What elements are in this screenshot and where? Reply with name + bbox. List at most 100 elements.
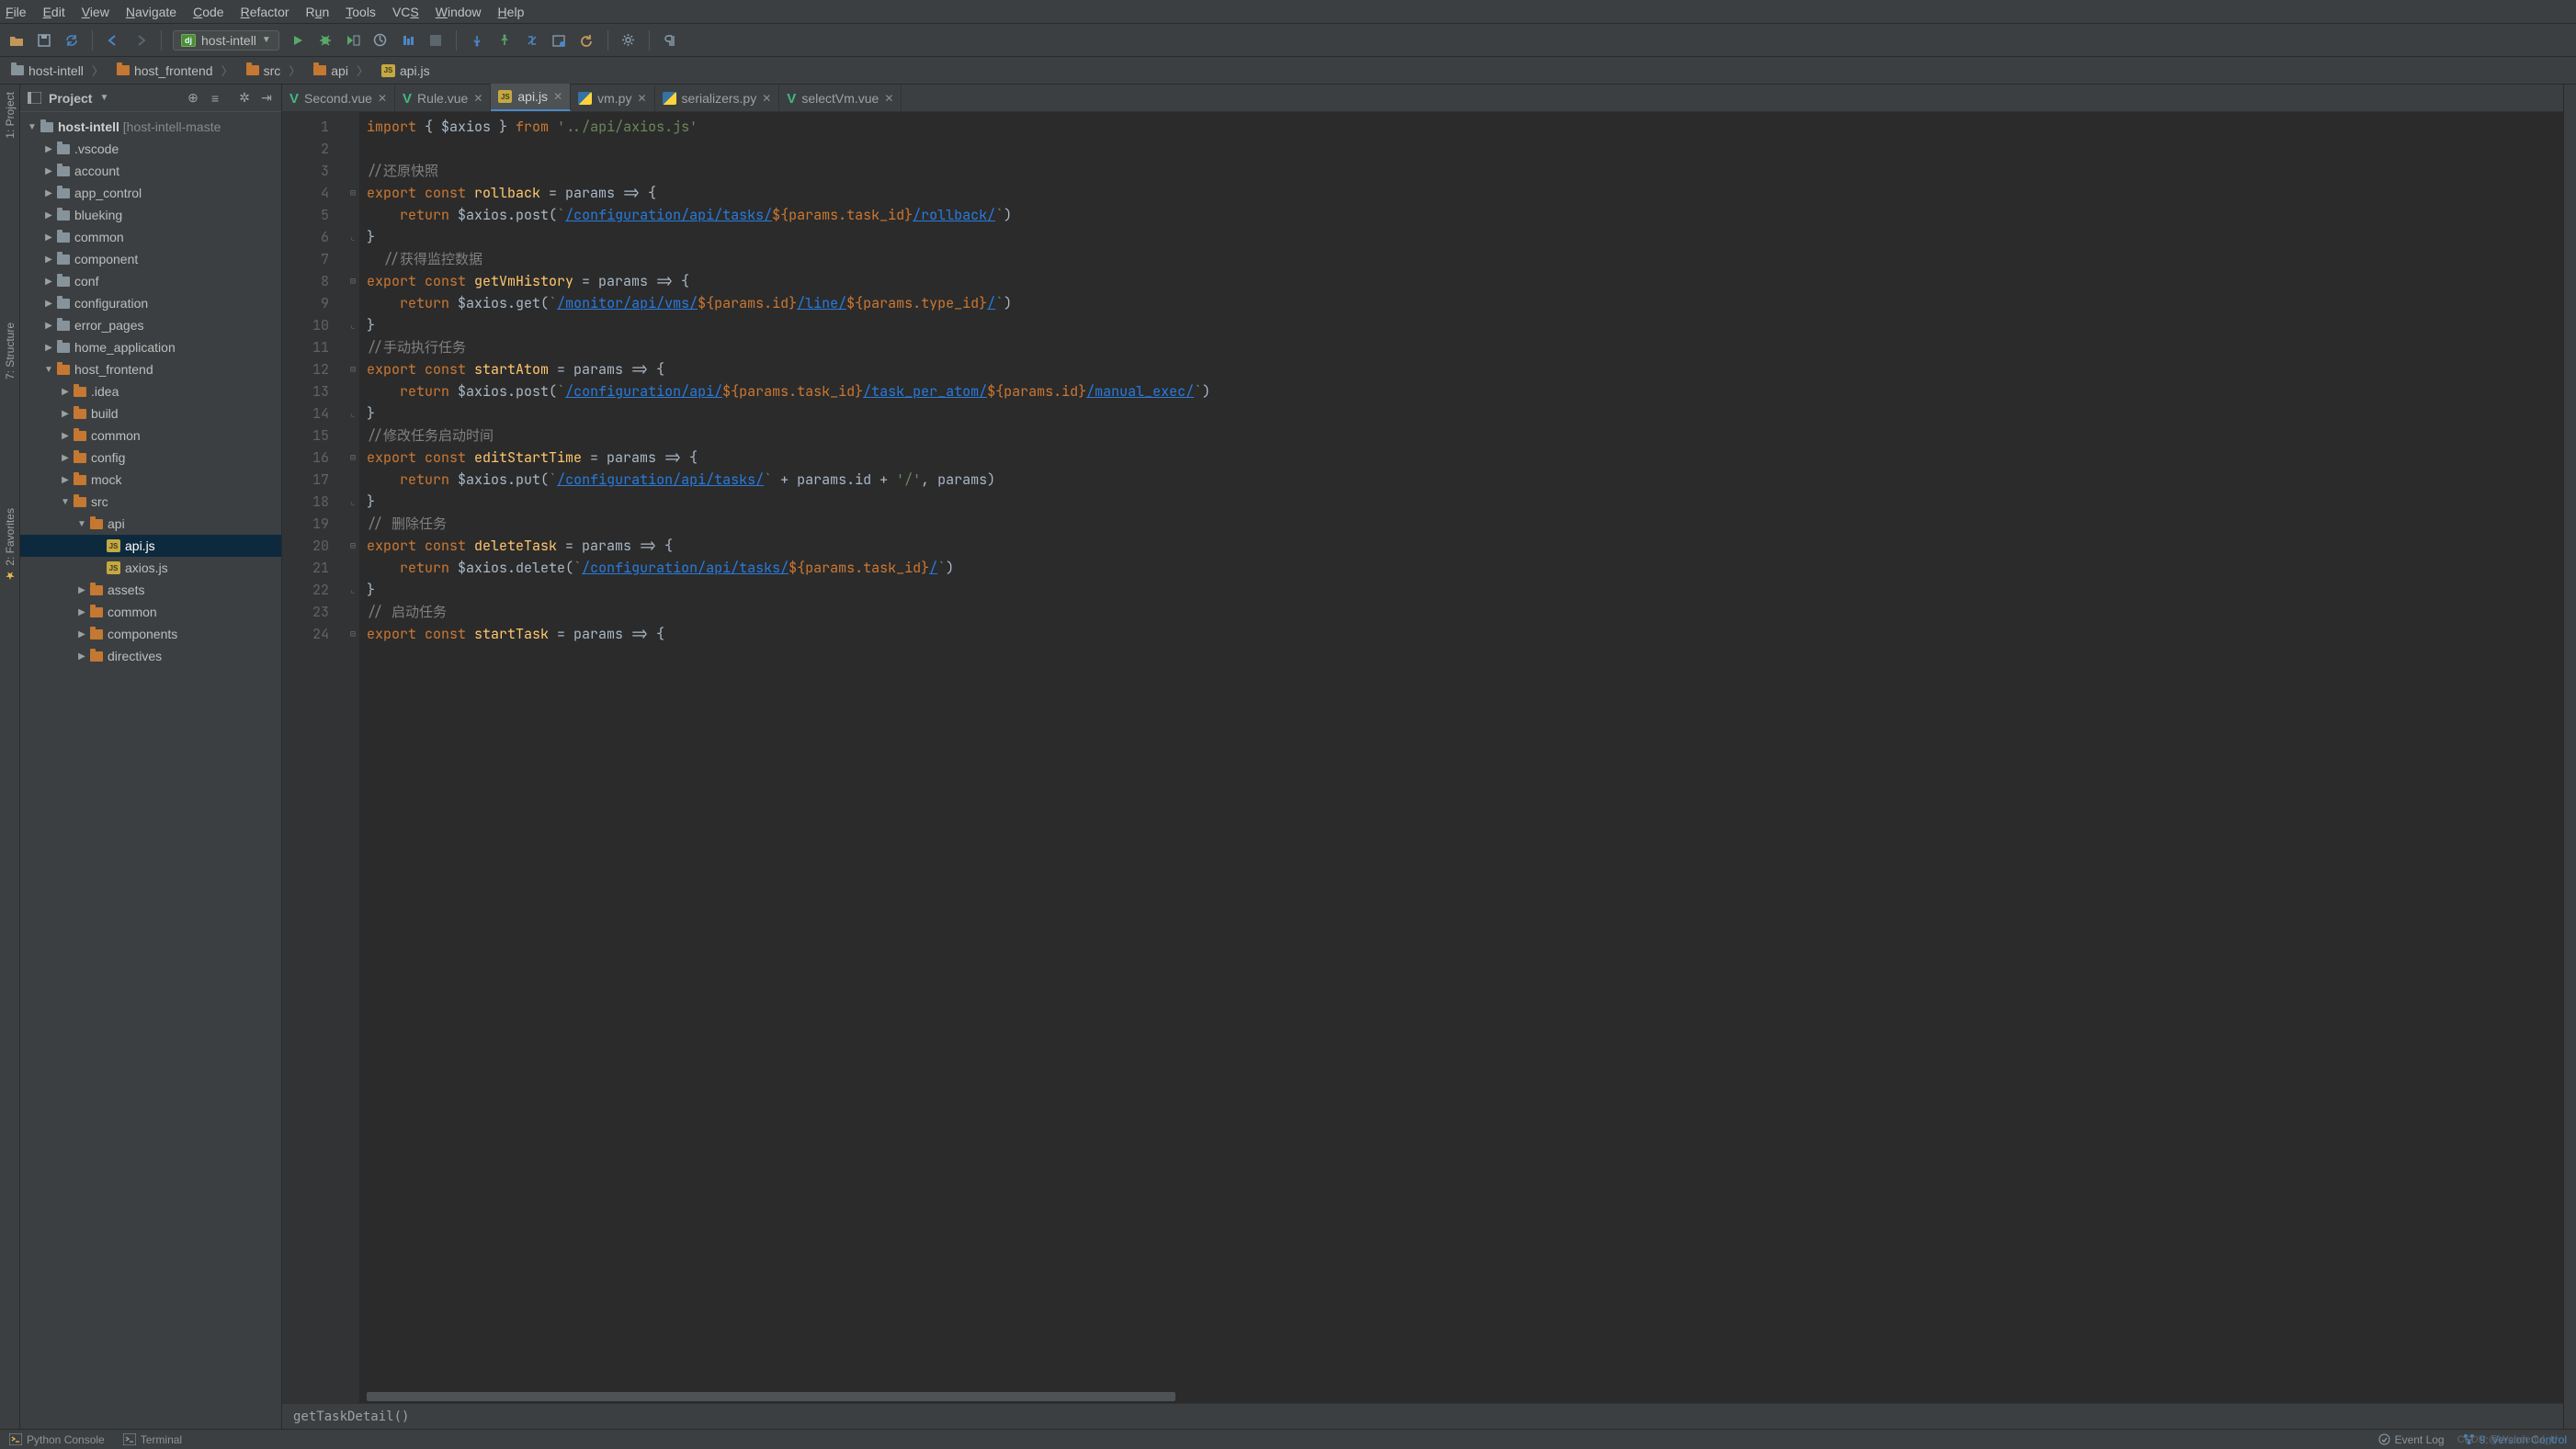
- paragraph-icon[interactable]: [661, 31, 679, 50]
- menu-tools[interactable]: Tools: [346, 5, 376, 19]
- run-coverage-icon[interactable]: [344, 31, 362, 50]
- close-icon[interactable]: ✕: [553, 90, 562, 103]
- python-console-tab[interactable]: Python Console: [9, 1433, 105, 1446]
- close-icon[interactable]: ✕: [637, 92, 646, 105]
- tree-item[interactable]: ▶build: [20, 402, 281, 425]
- sync-icon[interactable]: [62, 31, 81, 50]
- tree-item[interactable]: ▶assets: [20, 579, 281, 601]
- tree-item[interactable]: ▶config: [20, 447, 281, 469]
- tree-item[interactable]: ▶conf: [20, 270, 281, 292]
- menu-window[interactable]: Window: [436, 5, 482, 19]
- vcs-history-icon[interactable]: [550, 31, 569, 50]
- vcs-commit-icon[interactable]: [495, 31, 514, 50]
- left-tab-project[interactable]: 1: Project: [4, 92, 17, 139]
- menu-file[interactable]: File: [6, 5, 27, 19]
- expand-arrow-right-icon[interactable]: ▶: [59, 453, 72, 463]
- close-icon[interactable]: ✕: [473, 92, 482, 105]
- tree-item[interactable]: ▶directives: [20, 645, 281, 667]
- menu-vcs[interactable]: VCS: [392, 5, 419, 19]
- tree-item[interactable]: ▶component: [20, 248, 281, 270]
- menu-view[interactable]: View: [82, 5, 109, 19]
- tree-item[interactable]: ▶mock: [20, 469, 281, 491]
- menu-refactor[interactable]: Refactor: [241, 5, 289, 19]
- tree-item[interactable]: ▶blueking: [20, 204, 281, 226]
- stop-icon[interactable]: [426, 31, 445, 50]
- close-icon[interactable]: ✕: [762, 92, 771, 105]
- expand-arrow-right-icon[interactable]: ▶: [75, 651, 88, 662]
- fold-gutter[interactable]: ⊟⌞⊟⌞⊟⌞⊟⌞⊟⌞⊟: [346, 112, 359, 1403]
- expand-arrow-right-icon[interactable]: ▶: [42, 210, 55, 221]
- vcs-update-icon[interactable]: [468, 31, 486, 50]
- expand-arrow-right-icon[interactable]: ▶: [75, 629, 88, 640]
- expand-arrow-right-icon[interactable]: ▶: [75, 607, 88, 617]
- menu-edit[interactable]: Edit: [43, 5, 65, 19]
- menu-run[interactable]: Run: [306, 5, 330, 19]
- tree-item[interactable]: ▶error_pages: [20, 314, 281, 336]
- editor-breadcrumb[interactable]: getTaskDetail(): [282, 1403, 2563, 1429]
- tree-item[interactable]: ▶common: [20, 601, 281, 623]
- save-all-icon[interactable]: [35, 31, 53, 50]
- tree-item[interactable]: ▼api: [20, 513, 281, 535]
- tree-item[interactable]: ▼host_frontend: [20, 358, 281, 380]
- tree-item[interactable]: ▶common: [20, 425, 281, 447]
- tree-item[interactable]: ▶account: [20, 160, 281, 182]
- left-tab-favorites[interactable]: ★2: Favorites: [4, 508, 17, 583]
- expand-arrow-right-icon[interactable]: ▶: [59, 409, 72, 419]
- editor-tab[interactable]: VSecond.vue✕: [282, 85, 395, 111]
- run-icon[interactable]: [289, 31, 307, 50]
- expand-arrow-right-icon[interactable]: ▶: [42, 255, 55, 265]
- locate-icon[interactable]: ⊕: [186, 91, 200, 106]
- chevron-down-icon[interactable]: ▼: [99, 93, 108, 103]
- tree-item[interactable]: ▶configuration: [20, 292, 281, 314]
- expand-arrow-right-icon[interactable]: ▶: [59, 431, 72, 441]
- hide-icon[interactable]: ⇥: [259, 91, 274, 106]
- tree-item[interactable]: ▼host-intell [host-intell-maste: [20, 116, 281, 138]
- tree-item[interactable]: ▼src: [20, 491, 281, 513]
- terminal-tab[interactable]: Terminal: [123, 1433, 182, 1446]
- expand-arrow-down-icon[interactable]: ▼: [26, 122, 39, 132]
- expand-arrow-right-icon[interactable]: ▶: [42, 277, 55, 287]
- settings-icon[interactable]: [619, 31, 638, 50]
- forward-icon[interactable]: [131, 31, 150, 50]
- editor-hscrollbar[interactable]: [367, 1392, 1175, 1401]
- project-tree[interactable]: ▼host-intell [host-intell-maste▶.vscode▶…: [20, 112, 281, 1429]
- close-icon[interactable]: ✕: [884, 92, 893, 105]
- concurrency-icon[interactable]: [399, 31, 417, 50]
- debug-icon[interactable]: [316, 31, 335, 50]
- expand-arrow-down-icon[interactable]: ▼: [59, 497, 72, 507]
- editor-tab[interactable]: VselectVm.vue✕: [779, 85, 902, 111]
- expand-arrow-right-icon[interactable]: ▶: [42, 299, 55, 309]
- tree-item[interactable]: JSapi.js: [20, 535, 281, 557]
- breadcrumb-item[interactable]: host-intell: [6, 62, 111, 79]
- close-icon[interactable]: ✕: [378, 92, 387, 105]
- event-log-tab[interactable]: Event Log: [2378, 1433, 2445, 1446]
- tree-item[interactable]: ▶home_application: [20, 336, 281, 358]
- expand-arrow-right-icon[interactable]: ▶: [59, 475, 72, 485]
- expand-arrow-right-icon[interactable]: ▶: [42, 232, 55, 243]
- expand-arrow-down-icon[interactable]: ▼: [42, 365, 55, 375]
- menu-help[interactable]: Help: [498, 5, 525, 19]
- expand-arrow-right-icon[interactable]: ▶: [42, 321, 55, 331]
- expand-all-icon[interactable]: ≡: [208, 91, 222, 106]
- back-icon[interactable]: [104, 31, 122, 50]
- vcs-compare-icon[interactable]: [523, 31, 541, 50]
- left-tab-structure[interactable]: 7: Structure: [4, 323, 17, 379]
- editor-tab[interactable]: serializers.py✕: [655, 85, 780, 111]
- run-config-selector[interactable]: dj host-intell ▼: [173, 30, 279, 51]
- tree-item[interactable]: JSaxios.js: [20, 557, 281, 579]
- breadcrumb-item[interactable]: api: [308, 62, 376, 79]
- expand-arrow-right-icon[interactable]: ▶: [42, 188, 55, 198]
- vcs-revert-icon[interactable]: [578, 31, 596, 50]
- menu-code[interactable]: Code: [193, 5, 223, 19]
- profile-icon[interactable]: [371, 31, 390, 50]
- gear-icon[interactable]: ✲: [237, 91, 252, 106]
- expand-arrow-down-icon[interactable]: ▼: [75, 519, 88, 529]
- breadcrumb-item[interactable]: src: [241, 62, 309, 79]
- expand-arrow-right-icon[interactable]: ▶: [75, 585, 88, 595]
- tree-item[interactable]: ▶app_control: [20, 182, 281, 204]
- tree-item[interactable]: ▶components: [20, 623, 281, 645]
- editor-tab[interactable]: VRule.vue✕: [395, 85, 491, 111]
- editor-tab[interactable]: JSapi.js✕: [491, 84, 571, 111]
- breadcrumb-item[interactable]: host_frontend: [111, 62, 241, 79]
- tree-item[interactable]: ▶.vscode: [20, 138, 281, 160]
